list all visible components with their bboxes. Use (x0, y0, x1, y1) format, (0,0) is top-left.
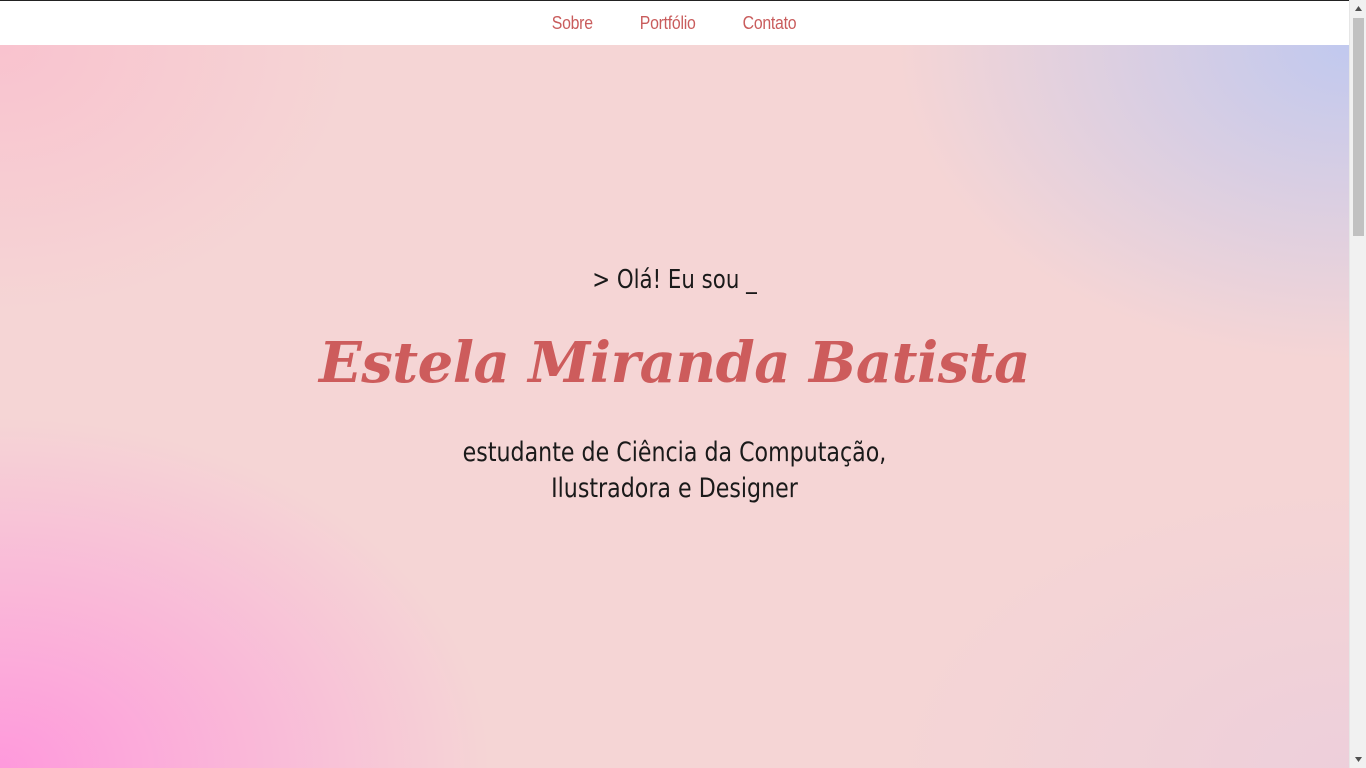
triangle-up-icon (1355, 6, 1362, 11)
scroll-down-arrow[interactable] (1350, 751, 1366, 768)
triangle-down-icon (1355, 757, 1362, 762)
hero-greeting: > Olá! Eu sou _ (592, 265, 757, 295)
nav-link-contato[interactable]: Contato (743, 13, 797, 34)
nav-link-portfolio[interactable]: Portfólio (639, 13, 695, 34)
scroll-up-arrow[interactable] (1350, 0, 1366, 17)
page-viewport: Sobre Portfólio Contato > Olá! Eu sou _ … (0, 0, 1349, 768)
hero-subtitle-line1: estudante de Ciência da Computação, (462, 437, 887, 468)
hero-subtitle: estudante de Ciência da Computação, Ilus… (0, 435, 1349, 507)
top-navbar: Sobre Portfólio Contato (0, 1, 1349, 45)
hero-section: > Olá! Eu sou _ Estela Miranda Batista e… (0, 45, 1349, 768)
hero-subtitle-line2: Ilustradora e Designer (551, 473, 798, 504)
scroll-thumb[interactable] (1353, 18, 1364, 236)
nav-link-sobre[interactable]: Sobre (552, 13, 593, 34)
hero-name: Estela Miranda Batista (319, 330, 1030, 396)
vertical-scrollbar[interactable] (1349, 0, 1366, 768)
